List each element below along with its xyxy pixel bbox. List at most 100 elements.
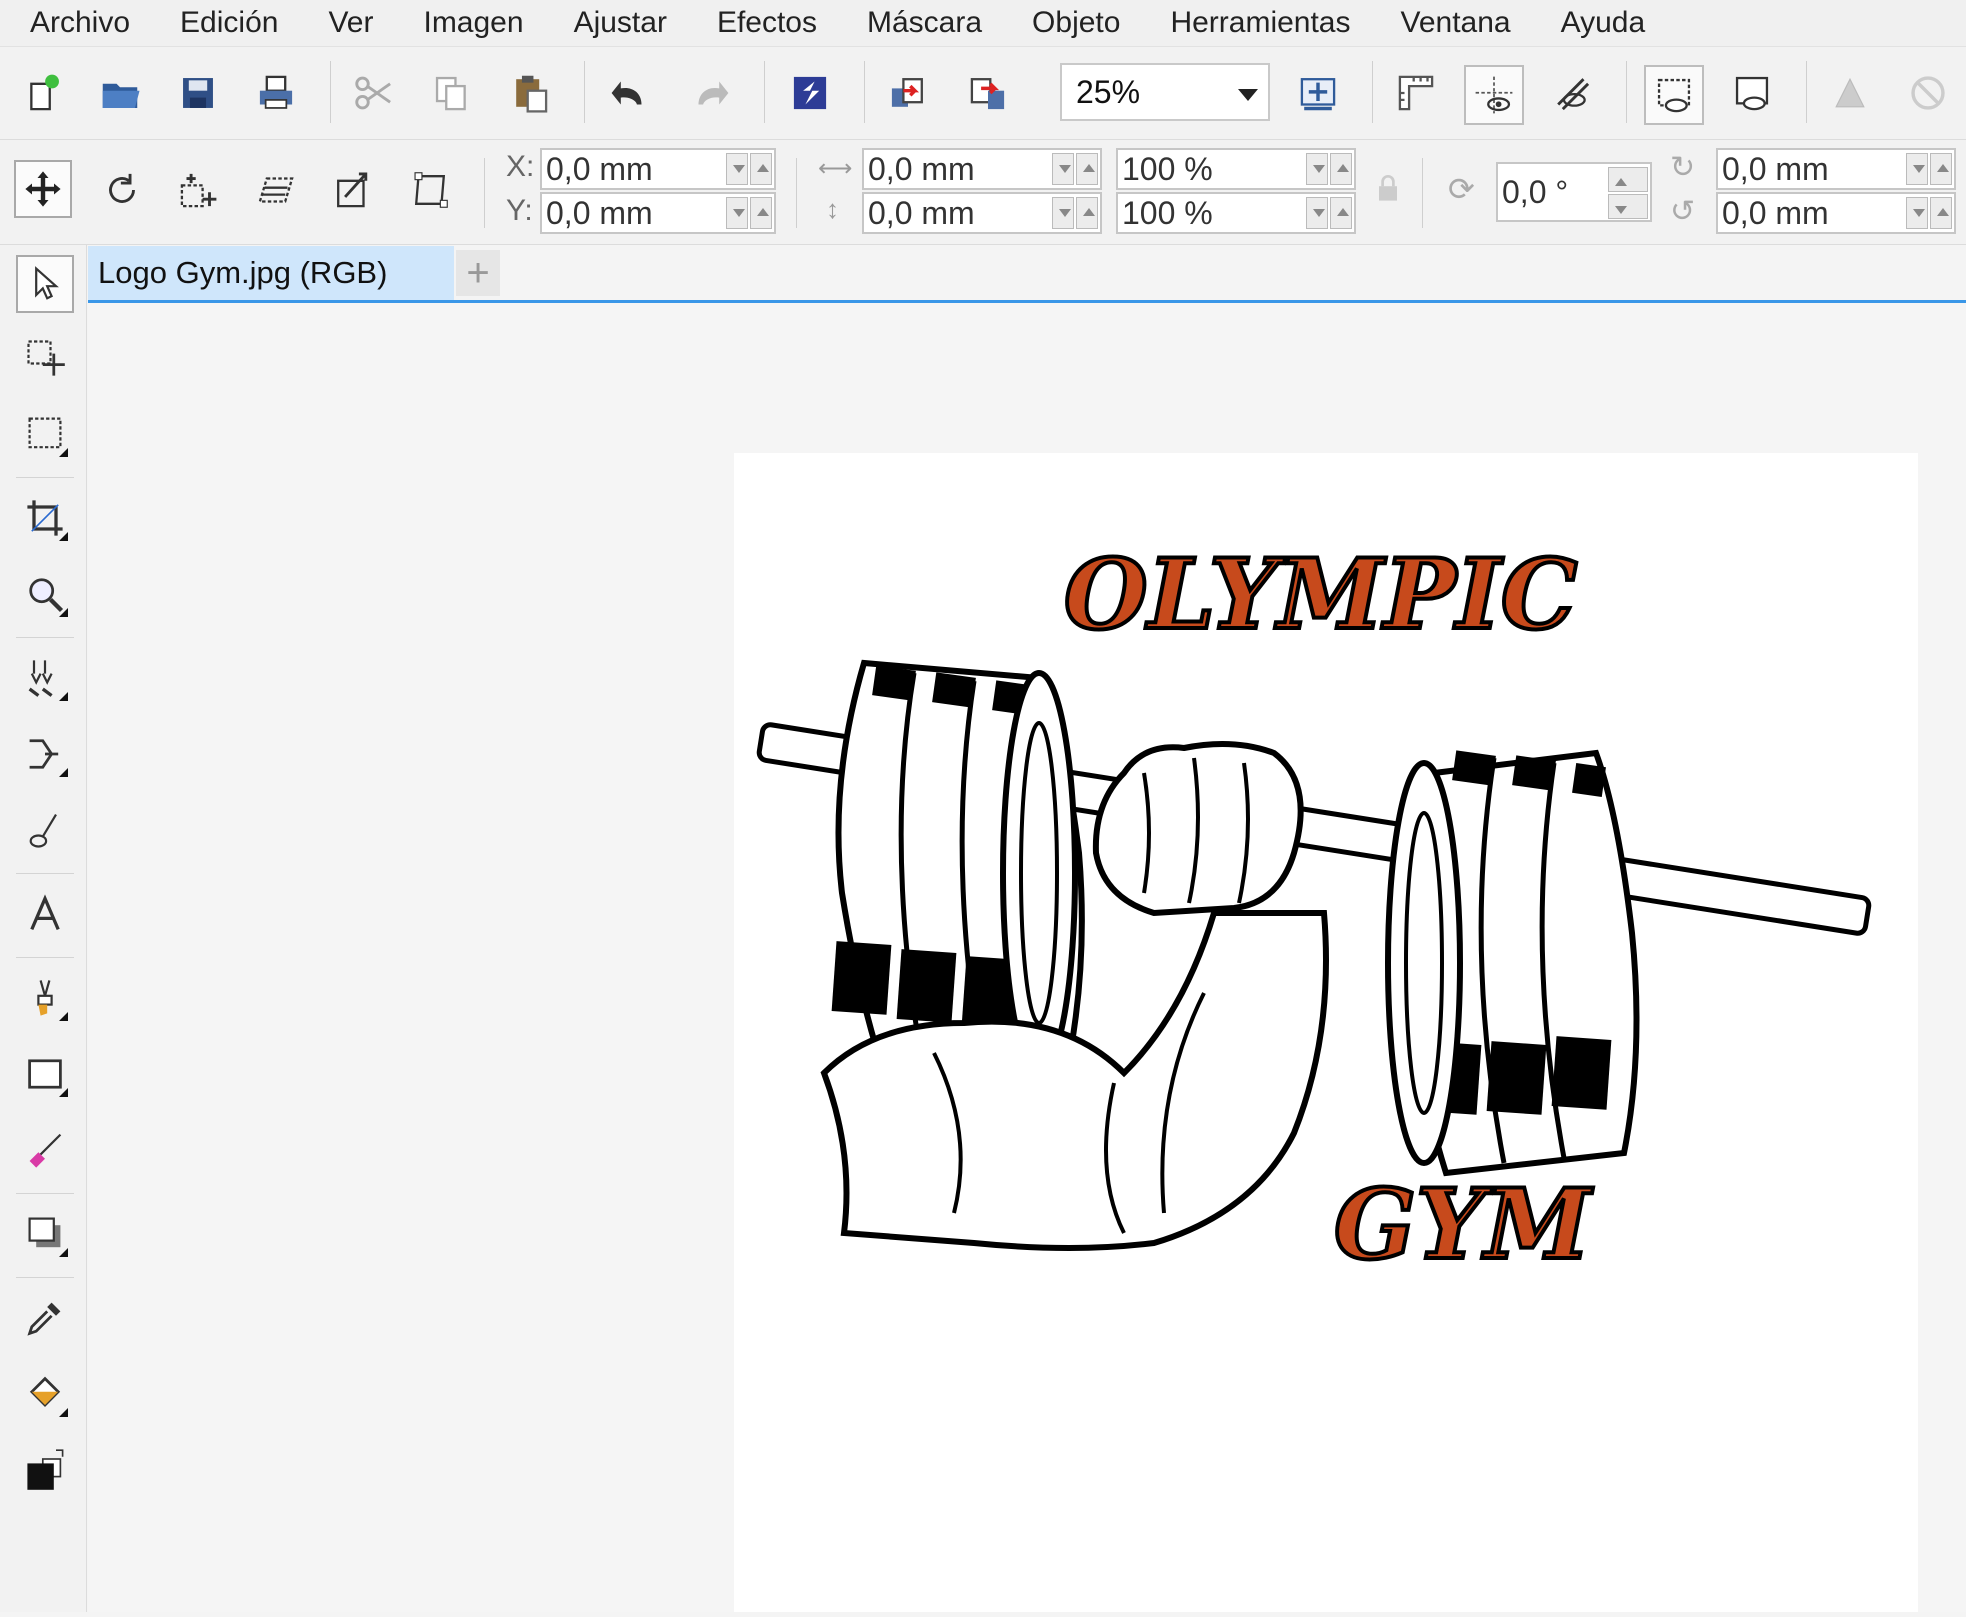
distort-mode-button[interactable] [324,162,380,218]
menu-herramientas[interactable]: Herramientas [1170,6,1350,40]
x-position-input[interactable]: 0,0 mm [540,148,776,190]
y-spinner[interactable] [726,197,772,229]
foreground-background-color-icon [27,1449,64,1490]
width-value: 0,0 mm [868,150,975,187]
snap-to-button[interactable] [1544,65,1600,121]
undo-button[interactable] [602,65,658,121]
print-button[interactable] [248,65,304,121]
redo-icon [698,81,729,105]
move-arrows-icon [25,171,61,207]
menu-imagen[interactable]: Imagen [423,6,523,40]
color-swatch[interactable] [16,1441,74,1499]
export-button[interactable] [960,65,1016,121]
rotate-mode-button[interactable] [94,162,150,218]
rotation-angle-input[interactable]: 0,0 ° [1496,162,1652,222]
copy-button[interactable] [424,65,480,121]
eyedropper-tool[interactable] [16,1289,74,1347]
scale-x-input[interactable]: 100 % [1116,148,1356,190]
flyout-corner [59,608,68,617]
scale-x-value: 100 % [1122,150,1213,187]
ruler-icon [1398,75,1434,111]
separator [16,1193,74,1194]
separator [1626,61,1627,123]
height-spinner[interactable] [1052,197,1098,229]
lock-ratio-button[interactable] [1370,170,1406,206]
cut-button[interactable] [346,65,402,121]
width-input[interactable]: 0,0 mm [862,148,1102,190]
save-button[interactable] [170,65,226,121]
logo-bottom-text: GYM [1334,1168,1594,1281]
zoom-level-select[interactable]: 25% [1060,63,1270,121]
perspective-icon [414,172,448,208]
height-input[interactable]: 0,0 mm [862,192,1102,234]
lock-object-button[interactable] [1900,65,1956,121]
width-spinner[interactable] [1052,153,1098,185]
new-document-button[interactable] [16,65,72,121]
show-mask-marquee-button[interactable] [1644,65,1704,125]
rotation-spinner[interactable] [1608,167,1648,219]
rotation-center-y-input[interactable]: 0,0 mm [1716,192,1956,234]
scale-y-spinner[interactable] [1306,197,1352,229]
position-mode-button[interactable] [14,160,72,218]
menu-ajustar[interactable]: Ajustar [574,6,667,40]
object-marquee-button[interactable] [1822,65,1878,121]
mask-transform-tool[interactable] [16,329,74,387]
pick-tool[interactable] [16,255,74,313]
redo-button[interactable] [682,65,738,121]
red-eye-tool[interactable] [16,649,74,707]
liquid-smear-tool[interactable] [16,725,74,783]
menu-ver[interactable]: Ver [328,6,373,40]
eraser-tool[interactable] [16,1121,74,1179]
x-label: X: [506,150,535,183]
menu-ventana[interactable]: Ventana [1401,6,1511,40]
scale-x-spinner[interactable] [1306,153,1352,185]
menu-archivo[interactable]: Archivo [30,6,130,40]
height-value: 0,0 mm [868,194,975,231]
separator [330,61,331,123]
scale-y-value: 100 % [1122,194,1213,231]
paste-button[interactable] [502,65,558,121]
y-label: Y: [506,194,533,227]
center-x-spinner[interactable] [1906,153,1952,185]
scale-mode-button[interactable] [170,162,226,218]
canvas-area[interactable]: OLYMPIC GYM [88,303,1966,1612]
paint-tool[interactable] [16,969,74,1027]
zoom-level-value: 25% [1076,73,1141,110]
rectangle-tool[interactable] [16,1045,74,1103]
center-y-spinner[interactable] [1906,197,1952,229]
text-tool[interactable] [16,885,74,943]
y-position-input[interactable]: 0,0 mm [540,192,776,234]
menu-mascara[interactable]: Máscara [867,6,982,40]
printer-icon [259,75,293,109]
add-tab-button[interactable]: + [456,250,500,296]
open-button[interactable] [92,65,148,121]
separator [1806,61,1807,123]
rulers-button[interactable] [1388,65,1444,121]
crop-tool[interactable] [16,489,74,547]
image-document[interactable]: OLYMPIC GYM [734,453,1918,1612]
menu-objeto[interactable]: Objeto [1032,6,1120,40]
show-mask-overlay-button[interactable] [1724,65,1780,121]
rotation-center-x-input[interactable]: 0,0 mm [1716,148,1956,190]
launch-corel-button[interactable] [782,65,838,121]
menu-efectos[interactable]: Efectos [717,6,817,40]
smear-brush-icon [29,814,57,848]
drop-shadow-tool[interactable] [16,1205,74,1263]
zoom-tool[interactable] [16,565,74,623]
menu-edicion[interactable]: Edición [180,6,278,40]
zoom-fit-button[interactable] [1290,65,1346,121]
rectangle-mask-tool[interactable] [16,405,74,463]
fill-tool[interactable] [16,1365,74,1423]
import-button[interactable] [880,65,936,121]
perspective-mode-button[interactable] [402,162,458,218]
show-guidelines-button[interactable] [1464,65,1524,125]
x-spinner[interactable] [726,153,772,185]
pointer-icon [35,266,59,300]
smear-tool[interactable] [16,801,74,859]
skew-mode-button[interactable] [248,162,304,218]
scale-y-input[interactable]: 100 % [1116,192,1356,234]
document-tab[interactable]: Logo Gym.jpg (RGB) [88,246,454,300]
menu-ayuda[interactable]: Ayuda [1561,6,1646,40]
separator [16,477,74,478]
distort-icon [337,172,368,208]
